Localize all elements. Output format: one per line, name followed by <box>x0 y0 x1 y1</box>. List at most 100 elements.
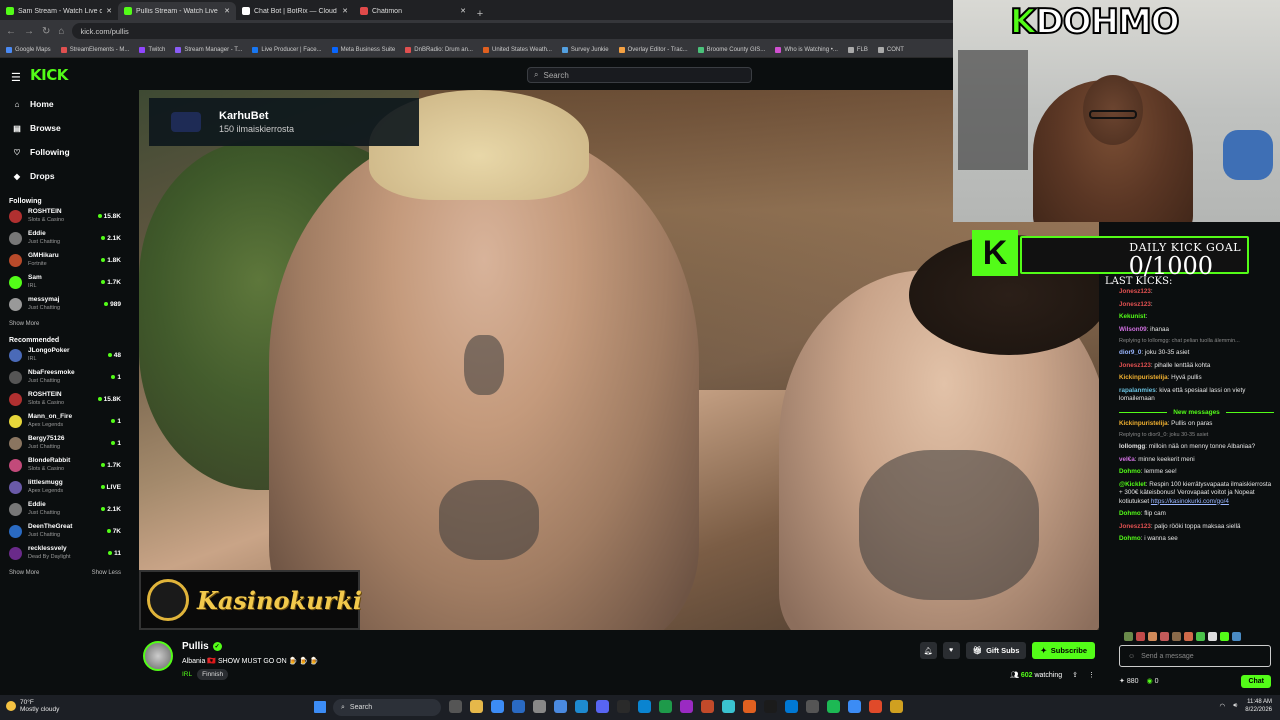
wifi-icon[interactable]: ◠ <box>1220 702 1226 710</box>
emote-icon[interactable] <box>1136 631 1145 641</box>
chat-username[interactable]: Kickinpuristelija <box>1119 374 1168 381</box>
taskbar-app-icon[interactable] <box>701 700 714 713</box>
streamer-avatar[interactable] <box>143 641 173 671</box>
chat-username[interactable]: dior9_0 <box>1119 349 1141 356</box>
gift-subs-button[interactable]: 🎁︎ Gift Subs <box>965 642 1027 659</box>
channel-row[interactable]: Sam IRL 1.7K <box>0 271 131 293</box>
taskbar-app-icon[interactable] <box>617 700 630 713</box>
taskbar-app-icon[interactable] <box>638 700 651 713</box>
share-icon[interactable]: ⇪ <box>1072 671 1078 679</box>
weather-widget[interactable]: 70°F Mostly cloudy <box>6 699 59 713</box>
close-tab-icon[interactable]: ✕ <box>106 7 112 15</box>
chat-username[interactable]: Jonesz123 <box>1119 523 1151 530</box>
browser-tab[interactable]: Chatimon ✕ <box>354 2 472 20</box>
category-link[interactable]: IRL <box>182 671 192 678</box>
channel-row[interactable]: Bergy75126 Just Chatting 1 <box>0 432 131 454</box>
channel-row[interactable]: messymaj Just Chatting 989 <box>0 293 131 315</box>
sidebar-item-drops[interactable]: ◆ Drops <box>0 164 131 188</box>
sidebar-item-following[interactable]: ♡ Following <box>0 140 131 164</box>
back-icon[interactable]: ← <box>6 26 16 37</box>
chat-send-button[interactable]: Chat <box>1241 674 1271 688</box>
volume-icon[interactable]: 🔊︎ <box>1233 702 1237 710</box>
channel-row[interactable]: Eddie Just Chatting 2.1K <box>0 498 131 520</box>
show-more-following[interactable]: Show More <box>9 321 39 327</box>
chat-username[interactable]: Jonesz123 <box>1119 362 1151 369</box>
taskbar-app-icon[interactable] <box>533 700 546 713</box>
forward-icon[interactable]: → <box>24 26 34 37</box>
streamer-name[interactable]: Pullis <box>182 641 209 652</box>
taskbar-app-icon[interactable] <box>491 700 504 713</box>
channel-row[interactable]: ROSHTEIN Slots & Casino 15.8K <box>0 388 131 410</box>
windows-start-icon[interactable] <box>314 701 326 713</box>
taskbar-app-icon[interactable] <box>890 700 903 713</box>
taskbar-app-icon[interactable] <box>596 700 609 713</box>
channel-row[interactable]: BlondeRabbit Slots & Casino 1.7K <box>0 454 131 476</box>
reload-icon[interactable]: ↻ <box>42 26 50 37</box>
chat-input[interactable]: ☺ Send a message <box>1119 645 1271 667</box>
menu-icon[interactable]: ☰ <box>11 71 21 84</box>
bookmark-item[interactable]: Meta Business Suite <box>331 46 395 53</box>
chat-username[interactable]: Dohmo <box>1119 535 1141 542</box>
chat-username[interactable]: Dohmo <box>1119 468 1141 475</box>
taskbar-app-icon[interactable] <box>848 700 861 713</box>
address-bar[interactable]: kick.com/pullis <box>72 23 973 39</box>
emote-icon[interactable] <box>1172 631 1181 641</box>
channel-row[interactable]: JLongoPoker IRL 48 <box>0 344 131 366</box>
more-options-icon[interactable]: ⋮ <box>1088 671 1095 679</box>
channel-row[interactable]: GMHikaru Fortnite 1.8K <box>0 249 131 271</box>
clock[interactable]: 11:48 AM 8/22/2026 <box>1245 698 1272 714</box>
emote-icon[interactable] <box>1160 631 1169 641</box>
taskbar-app-icon[interactable] <box>785 700 798 713</box>
follow-heart-icon[interactable]: ♥ <box>942 642 960 659</box>
chat-username[interactable]: @Kicklet <box>1119 481 1146 488</box>
taskbar-app-icon[interactable] <box>827 700 840 713</box>
emote-icon[interactable] <box>1208 631 1217 641</box>
bookmark-item[interactable]: Who is Watching •... <box>775 46 838 53</box>
channel-row[interactable]: littlesmugg Apex Legends LIVE <box>0 476 131 498</box>
chat-username[interactable]: Kickinpuristelija <box>1119 420 1168 427</box>
channel-row[interactable]: Eddie Just Chatting 2.1K <box>0 227 131 249</box>
channel-row[interactable]: NbaFreesmoke Just Chatting 1 <box>0 366 131 388</box>
subscribe-button[interactable]: ✦ Subscribe <box>1032 642 1095 659</box>
emote-icon[interactable] <box>1124 631 1133 641</box>
chat-username[interactable]: Dohmo <box>1119 510 1141 517</box>
chat-username[interactable]: vel€a <box>1119 456 1135 463</box>
chat-username[interactable]: Kekunist <box>1119 313 1146 320</box>
bookmark-item[interactable]: United States Weath... <box>482 46 552 53</box>
bookmark-item[interactable]: StreamElements - M... <box>60 46 129 53</box>
taskbar-app-icon[interactable] <box>764 700 777 713</box>
bookmark-item[interactable]: Google Maps <box>6 46 51 53</box>
taskbar-app-icon[interactable] <box>512 700 525 713</box>
language-tag[interactable]: Finnish <box>197 669 229 680</box>
taskbar-app-icon[interactable] <box>575 700 588 713</box>
notification-bell-icon[interactable]: 🔔︎ <box>919 642 937 659</box>
emoji-icon[interactable]: ☺ <box>1128 653 1135 660</box>
bookmark-item[interactable]: Live Producer | Face... <box>252 46 322 53</box>
channel-row[interactable]: recklessvely Dead By Daylight 11 <box>0 542 131 564</box>
close-tab-icon[interactable]: ✕ <box>460 7 466 15</box>
show-less-recommended[interactable]: Show Less <box>92 570 121 576</box>
browser-tab[interactable]: Pullis Stream - Watch Live ✕ <box>118 2 236 20</box>
channel-row[interactable]: DeenTheGreat Just Chatting 7K <box>0 520 131 542</box>
channel-row[interactable]: ROSHTEIN Slots & Casino 15.8K <box>0 205 131 227</box>
browser-tab[interactable]: Sam Stream - Watch Live o ✕ <box>0 2 118 20</box>
taskbar-app-icon[interactable] <box>680 700 693 713</box>
sidebar-item-home[interactable]: ⌂ Home <box>0 92 131 116</box>
taskbar-app-icon[interactable] <box>869 700 882 713</box>
browser-tab[interactable]: Chat Bot | BotRix — Cloud Strea ✕ <box>236 2 354 20</box>
channel-row[interactable]: Mann_on_Fire Apex Legends 1 <box>0 410 131 432</box>
taskbar-app-icon[interactable] <box>470 700 483 713</box>
chat-username[interactable]: lollomgg <box>1119 443 1145 450</box>
bookmark-item[interactable]: DnBRadio: Drum an... <box>405 46 473 53</box>
bookmark-item[interactable]: CONT <box>877 46 904 53</box>
emote-icon[interactable] <box>1220 631 1229 641</box>
taskbar-app-icon[interactable] <box>722 700 735 713</box>
sidebar-item-browse[interactable]: ▤ Browse <box>0 116 131 140</box>
bookmark-item[interactable]: Survey Junkie <box>561 46 609 53</box>
emote-icon[interactable] <box>1148 631 1157 641</box>
taskbar-app-icon[interactable] <box>806 700 819 713</box>
chat-username[interactable]: rapalanmies <box>1119 387 1156 394</box>
chat-link[interactable]: https://kasinokurki.com/go/4 <box>1151 498 1229 505</box>
chat-username[interactable]: Wilson09 <box>1119 326 1147 333</box>
bookmark-item[interactable]: Overlay Editor - Trac... <box>618 46 688 53</box>
